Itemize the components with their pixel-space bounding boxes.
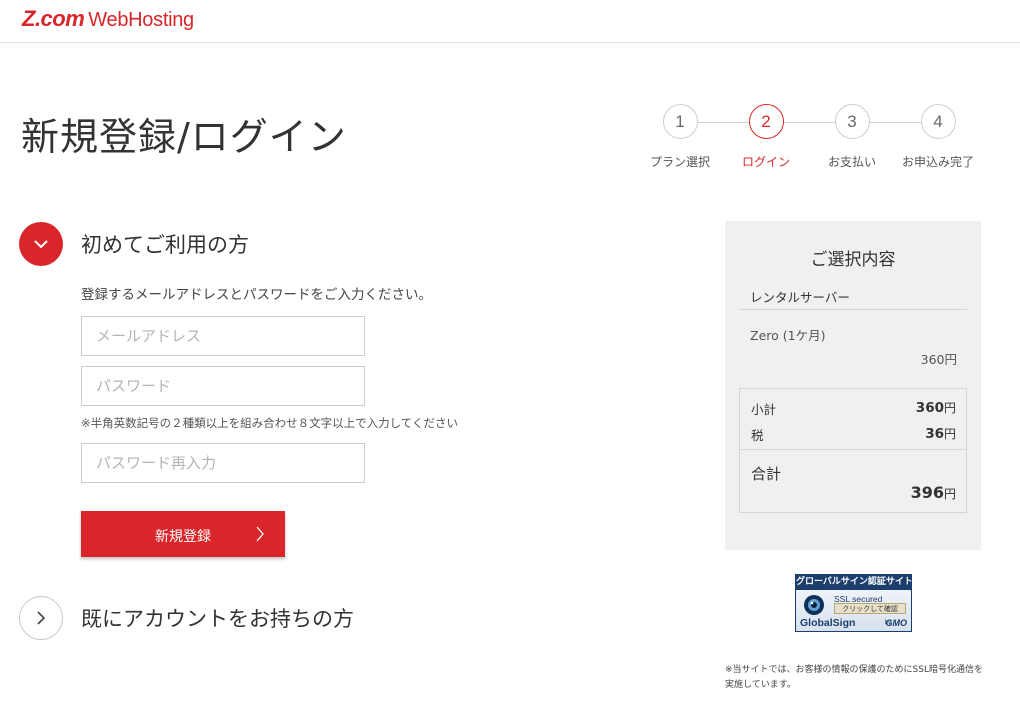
total-value: 396 bbox=[910, 483, 944, 502]
summary-title: ご選択内容 bbox=[810, 250, 896, 270]
password-confirm-input[interactable] bbox=[81, 443, 365, 483]
order-summary: ご選択内容 レンタルサーバー Zero (1ケ月) 360円 小計 360円 税… bbox=[725, 221, 981, 550]
site-header: Z.com WebHosting bbox=[0, 0, 1020, 43]
existing-user-accordion-header[interactable]: 既にアカウントをお持ちの方 bbox=[19, 596, 354, 640]
email-input[interactable] bbox=[81, 316, 365, 356]
step-plan-selection: 1 プラン選択 bbox=[637, 104, 723, 170]
new-user-title: 初めてご利用の方 bbox=[81, 233, 249, 257]
logo-product: WebHosting bbox=[88, 9, 194, 31]
step-login: 2 ログイン bbox=[723, 104, 809, 170]
existing-user-title: 既にアカウントをお持ちの方 bbox=[81, 607, 354, 631]
summary-plan-price: 360円 bbox=[920, 352, 957, 367]
chevron-down-icon bbox=[19, 222, 63, 266]
tax-label: 税 bbox=[751, 428, 764, 443]
register-button[interactable]: 新規登録 bbox=[81, 511, 285, 557]
chevron-right-icon bbox=[255, 525, 265, 547]
subtotal-row: 小計 360円 bbox=[751, 399, 956, 418]
page-title: 新規登録/ログイン bbox=[21, 115, 347, 159]
step-label: お申込み完了 bbox=[901, 155, 974, 169]
ssl-note: ※当サイトでは、お客様の情報の保護のためにSSL暗号化通信を実施しています。 bbox=[725, 665, 983, 690]
summary-plan-name: Zero (1ケ月) bbox=[750, 328, 826, 343]
tax-row: 税 36円 bbox=[751, 425, 956, 444]
step-payment: 3 お支払い bbox=[809, 104, 895, 170]
chevron-right-icon bbox=[19, 596, 63, 640]
subtotal-value: 360 bbox=[915, 400, 944, 416]
currency-unit: 円 bbox=[943, 487, 956, 501]
step-number: 2 bbox=[748, 104, 784, 139]
step-number: 1 bbox=[662, 104, 698, 139]
totals-divider bbox=[740, 449, 966, 450]
seal-click-text: クリックして確認 bbox=[834, 603, 906, 614]
seal-gmo: GMO bbox=[885, 618, 908, 628]
summary-category: レンタルサーバー bbox=[750, 290, 850, 305]
password-requirements-note: ※半角英数記号の２種類以上を組み合わせ８文字以上で入力してください bbox=[81, 416, 458, 430]
new-user-accordion-header[interactable]: 初めてご利用の方 bbox=[19, 222, 249, 266]
seal-header: グローバルサイン認証サイト bbox=[796, 575, 911, 590]
summary-divider bbox=[739, 309, 967, 310]
tax-value: 36 bbox=[925, 426, 944, 442]
logo[interactable]: Z.com WebHosting bbox=[22, 6, 194, 32]
globalsign-ssl-seal[interactable]: グローバルサイン認証サイト SSL secured クリックして確認 Globa… bbox=[795, 574, 912, 632]
totals-box: 小計 360円 税 36円 合計 396円 bbox=[739, 388, 967, 513]
step-number: 3 bbox=[834, 104, 870, 139]
step-label: ログイン bbox=[741, 155, 790, 169]
progress-steps: 1 プラン選択 2 ログイン 3 お支払い 4 お申込み完了 bbox=[640, 104, 990, 174]
step-complete: 4 お申込み完了 bbox=[895, 104, 981, 170]
seal-body: SSL secured クリックして確認 GlobalSign by GMO bbox=[796, 590, 911, 631]
currency-unit: 円 bbox=[943, 401, 956, 415]
form-instruction: 登録するメールアドレスとパスワードをご入力ください。 bbox=[81, 287, 432, 303]
step-label: プラン選択 bbox=[649, 155, 710, 169]
total-amount: 396円 bbox=[911, 483, 956, 502]
total-label: 合計 bbox=[751, 465, 782, 483]
logo-brand: Z.com bbox=[22, 6, 85, 31]
password-input[interactable] bbox=[81, 366, 365, 406]
currency-unit: 円 bbox=[943, 427, 956, 441]
seal-brand: GlobalSign bbox=[800, 617, 856, 629]
step-number: 4 bbox=[920, 104, 956, 139]
subtotal-label: 小計 bbox=[751, 402, 777, 417]
step-label: お支払い bbox=[827, 155, 876, 169]
